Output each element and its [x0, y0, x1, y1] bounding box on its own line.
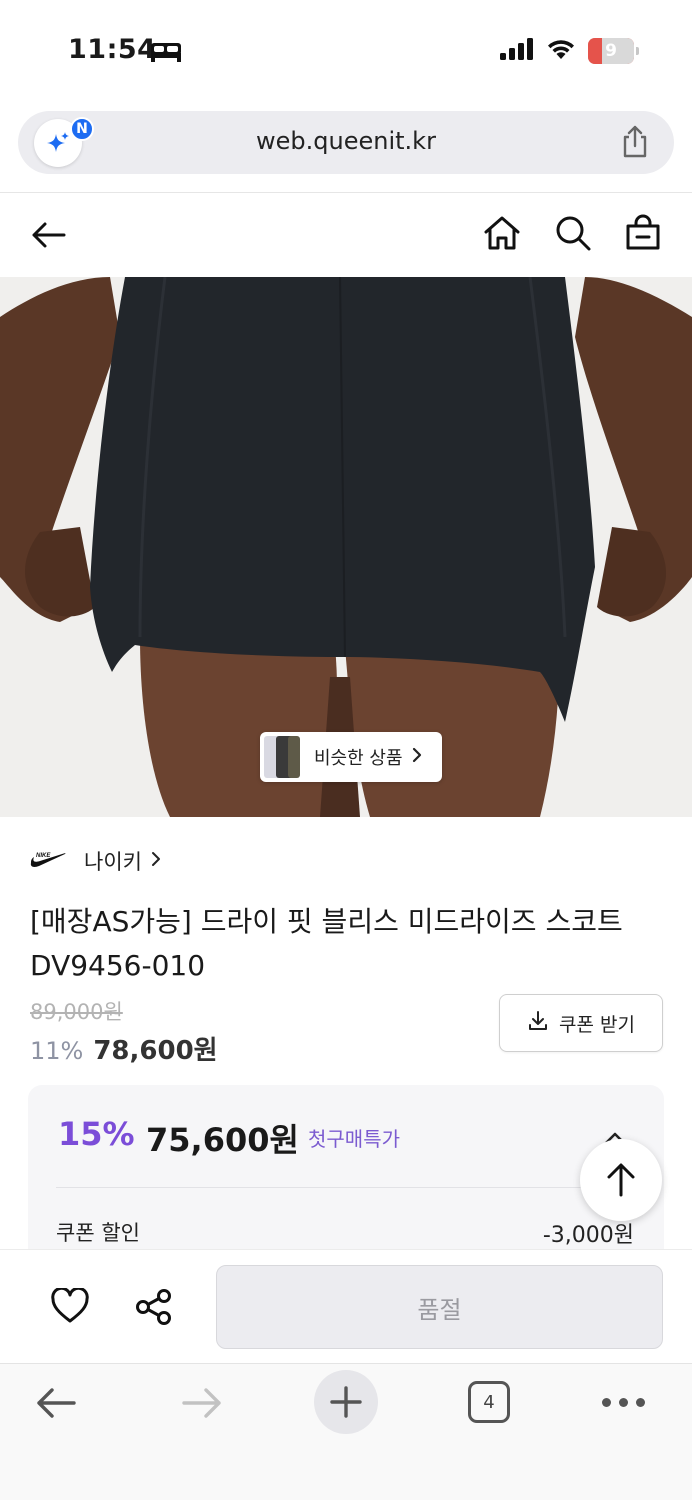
- more-dot: [636, 1398, 645, 1407]
- product-title: [매장AS가능] 드라이 핏 블리스 미드라이즈 스코트 DV9456-010: [30, 905, 623, 982]
- svg-text:NIKE: NIKE: [36, 853, 51, 859]
- special-price-label: 첫구매특가: [308, 1127, 400, 1151]
- url-text[interactable]: web.queenit.kr: [18, 127, 674, 155]
- shopping-bag-icon: [626, 214, 660, 250]
- heart-icon: [51, 1286, 89, 1323]
- battery-level: 9: [605, 41, 617, 61]
- plus-icon: [330, 1386, 362, 1418]
- coupon-discount-label: 쿠폰 할인: [56, 1221, 140, 1245]
- original-price: 89,000원: [30, 1000, 123, 1024]
- wishlist-button[interactable]: [50, 1286, 90, 1328]
- sold-out-button[interactable]: 품절: [216, 1265, 663, 1349]
- status-indicators: 9: [500, 38, 639, 64]
- home-button[interactable]: [482, 213, 522, 257]
- brand-name: 나이키: [84, 850, 142, 874]
- arrow-left-icon: [37, 1388, 76, 1418]
- cart-button[interactable]: [623, 213, 663, 257]
- home-icon: [484, 216, 520, 250]
- sleep-focus-icon: [150, 40, 182, 66]
- arrow-up-icon: [607, 1163, 635, 1197]
- purchase-action-bar: 품절: [0, 1249, 692, 1363]
- discount-rate: 11%: [30, 1037, 84, 1065]
- arrow-right-icon: [182, 1388, 221, 1418]
- more-dot: [619, 1398, 628, 1407]
- share-icon[interactable]: [620, 125, 650, 163]
- sale-price: 78,600원: [93, 1036, 218, 1066]
- browser-forward-button[interactable]: [180, 1384, 224, 1426]
- more-options-button[interactable]: [602, 1398, 645, 1407]
- divider: [56, 1187, 636, 1188]
- special-discount-rate: 15%: [58, 1115, 135, 1153]
- share-nodes-icon: [136, 1289, 171, 1325]
- battery-icon: 9: [588, 38, 639, 64]
- download-icon: [527, 1010, 549, 1036]
- similar-products-button[interactable]: 비슷한 상품: [260, 732, 442, 782]
- brand-link[interactable]: NIKE 나이키: [30, 846, 162, 876]
- scroll-to-top-button[interactable]: [580, 1139, 662, 1221]
- similar-thumbnails: [260, 732, 300, 782]
- wifi-icon: [546, 38, 576, 64]
- price-row: 11% 78,600원: [30, 1030, 218, 1067]
- special-price: 75,600원: [146, 1121, 299, 1159]
- tabs-button[interactable]: 4: [468, 1381, 510, 1423]
- coupon-button-label: 쿠폰 받기: [559, 1013, 635, 1036]
- status-time: 11:54: [68, 34, 157, 65]
- new-tab-button[interactable]: [314, 1370, 378, 1434]
- browser-back-button[interactable]: [34, 1384, 78, 1426]
- page-header: [0, 193, 692, 277]
- status-bar: 11:54 9: [0, 0, 692, 100]
- back-button[interactable]: [28, 215, 68, 259]
- browser-toolbar: 4: [0, 1363, 692, 1500]
- search-button[interactable]: [553, 213, 593, 257]
- download-coupon-button[interactable]: 쿠폰 받기: [499, 994, 663, 1052]
- share-button[interactable]: [134, 1288, 174, 1330]
- coupon-discount-value: -3,000원: [542, 1223, 634, 1248]
- nike-logo-icon: NIKE: [30, 850, 66, 872]
- cellular-signal-icon: [500, 38, 534, 64]
- chevron-right-icon: [150, 850, 162, 872]
- similar-products-label: 비슷한 상품: [314, 748, 403, 769]
- arrow-left-icon: [32, 222, 66, 248]
- more-dot: [602, 1398, 611, 1407]
- search-icon: [556, 216, 591, 251]
- address-bar[interactable]: N web.queenit.kr: [18, 111, 674, 174]
- chevron-right-icon: [411, 747, 423, 767]
